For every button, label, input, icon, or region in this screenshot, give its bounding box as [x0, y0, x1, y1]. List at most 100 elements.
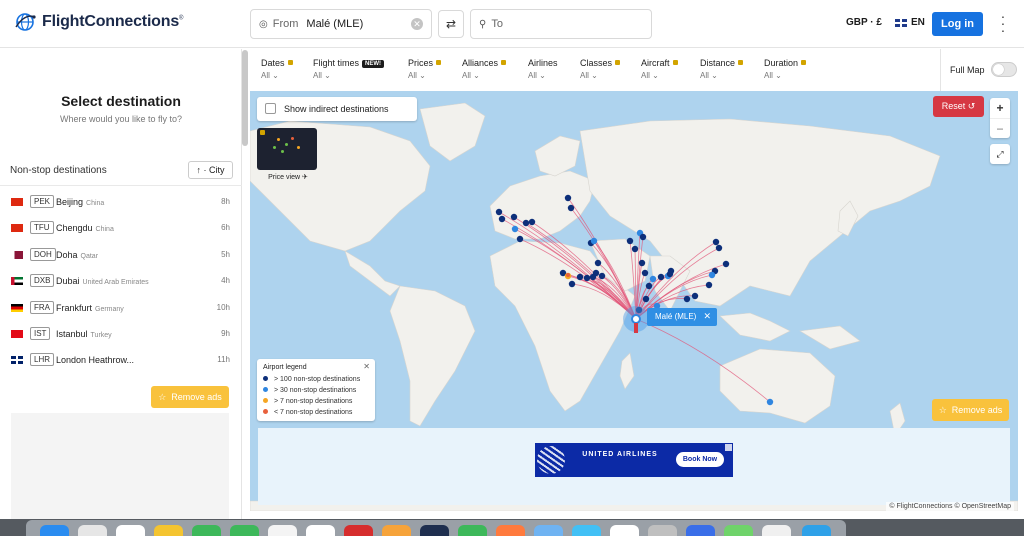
dock-app-icon[interactable] — [40, 525, 69, 536]
more-menu-icon[interactable]: · · · — [998, 9, 1008, 37]
indirect-destinations-toggle[interactable]: Show indirect destinations — [257, 97, 417, 121]
destination-row-tfu[interactable]: TFU Chengdu China 6h — [0, 215, 242, 241]
airport-dot[interactable] — [566, 273, 570, 277]
indirect-checkbox[interactable] — [265, 103, 276, 114]
zoom-out-button[interactable]: − — [990, 118, 1010, 138]
sort-city-button[interactable]: ↑ · City — [188, 161, 233, 179]
to-airport-field[interactable]: ⚲ To — [470, 9, 652, 39]
expand-icon[interactable]: ⤢ — [990, 144, 1010, 164]
destination-row-doh[interactable]: DOH Doha Qatar 5h — [0, 242, 242, 268]
airport-dot[interactable] — [522, 219, 530, 227]
selected-airport-tooltip[interactable]: Malé (MLE) ✕ — [647, 308, 717, 326]
clear-from-icon[interactable]: ✕ — [411, 18, 423, 30]
dock-app-icon[interactable] — [572, 525, 601, 536]
map-attribution[interactable]: © FlightConnections © OpenStreetMap — [886, 502, 1014, 511]
world-map[interactable]: Show indirect destinations Price view ✈ … — [250, 91, 1018, 511]
airport-dot[interactable] — [626, 237, 634, 245]
airport-dot[interactable] — [583, 274, 591, 282]
airport-dot[interactable] — [592, 269, 600, 277]
full-map-toggle[interactable] — [991, 62, 1017, 77]
legend-close-icon[interactable]: ✕ — [363, 362, 370, 371]
destination-row-pek[interactable]: PEK Beijing China 8h — [0, 189, 242, 215]
airport-dot[interactable] — [528, 218, 536, 226]
airport-dot[interactable] — [510, 213, 518, 221]
dock-app-icon[interactable] — [648, 525, 677, 536]
airport-dot[interactable] — [576, 273, 584, 281]
dock-app-icon[interactable] — [306, 525, 335, 536]
filter-alliances[interactable]: Alliances All ⌄ — [462, 58, 507, 80]
airport-dot[interactable] — [631, 245, 639, 253]
airport-dot[interactable] — [568, 280, 576, 288]
airport-dot[interactable] — [598, 272, 606, 280]
airport-dot[interactable] — [691, 292, 699, 300]
dock-app-icon[interactable] — [154, 525, 183, 536]
book-now-button[interactable]: Book Now — [676, 452, 724, 467]
airport-dot[interactable] — [564, 194, 572, 202]
dock-app-icon[interactable] — [344, 525, 373, 536]
dock-app-icon[interactable] — [458, 525, 487, 536]
airport-dot[interactable] — [642, 295, 650, 303]
filter-distance[interactable]: Distance All ⌄ — [700, 58, 744, 80]
airport-dot[interactable] — [498, 215, 506, 223]
destination-row-lhr[interactable]: LHR London Heathrow... 11h — [0, 347, 242, 373]
swap-airports-button[interactable]: ⇄ — [438, 10, 464, 38]
airport-dot[interactable] — [567, 204, 575, 212]
airport-dot[interactable] — [712, 238, 720, 246]
airport-dot[interactable] — [516, 235, 524, 243]
dock-app-icon[interactable] — [610, 525, 639, 536]
airport-dot[interactable] — [511, 225, 519, 233]
airport-dot[interactable] — [495, 208, 503, 216]
from-airport-field[interactable]: ◎ From Malé (MLE) ✕ — [250, 9, 432, 39]
filter-aircraft[interactable]: Aircraft All ⌄ — [641, 58, 678, 80]
airport-dot[interactable] — [657, 273, 665, 281]
filter-flight-times[interactable]: Flight times NEW! All ⌄ — [313, 58, 385, 80]
airport-dot[interactable] — [639, 233, 647, 241]
airport-dot[interactable] — [705, 281, 713, 289]
login-button[interactable]: Log in — [932, 12, 983, 36]
ad-info-icon[interactable] — [725, 444, 732, 451]
filter-prices[interactable]: Prices All ⌄ — [408, 58, 442, 80]
dock-app-icon[interactable] — [686, 525, 715, 536]
airport-dot[interactable] — [594, 259, 602, 267]
destination-row-fra[interactable]: FRA Frankfurt Germany 10h — [0, 295, 242, 321]
airport-dot[interactable] — [649, 275, 657, 283]
airport-dot[interactable] — [683, 295, 691, 303]
airport-dot[interactable] — [766, 398, 774, 406]
dock-app-icon[interactable] — [192, 525, 221, 536]
filter-dates[interactable]: Dates All ⌄ — [261, 58, 293, 80]
brand-logo[interactable]: FlightConnections® — [14, 11, 183, 33]
language-selector[interactable]: EN — [895, 17, 925, 28]
airport-dot[interactable] — [666, 270, 674, 278]
airport-dot[interactable] — [715, 244, 723, 252]
reset-button[interactable]: Reset ↺ — [933, 96, 984, 117]
united-airlines-ad[interactable]: UNITED AIRLINES Book Now — [535, 443, 733, 477]
dock-app-icon[interactable] — [78, 525, 107, 536]
airport-dot[interactable] — [590, 237, 598, 245]
filter-duration[interactable]: Duration All ⌄ — [764, 58, 807, 80]
airport-dot[interactable] — [641, 269, 649, 277]
dock-app-icon[interactable] — [268, 525, 297, 536]
remove-ads-button-left[interactable]: ☆ Remove ads — [151, 386, 229, 408]
dock-app-icon[interactable] — [496, 525, 525, 536]
zoom-in-button[interactable]: + — [990, 98, 1010, 118]
airport-dot[interactable] — [708, 271, 716, 279]
airport-dot[interactable] — [645, 282, 653, 290]
dock-app-icon[interactable] — [762, 525, 791, 536]
dock-app-icon[interactable] — [382, 525, 411, 536]
airport-dot[interactable] — [722, 260, 730, 268]
filter-airlines[interactable]: Airlines All ⌄ — [528, 58, 558, 80]
price-view-button[interactable]: Price view ✈ — [257, 128, 319, 186]
dock-app-icon[interactable] — [116, 525, 145, 536]
dock-app-icon[interactable] — [724, 525, 753, 536]
dock-app-icon[interactable] — [420, 525, 449, 536]
destination-row-dxb[interactable]: DXB Dubai United Arab Emirates 4h — [0, 268, 242, 294]
panel-scrollbar[interactable] — [242, 50, 248, 146]
airport-dot[interactable] — [638, 259, 646, 267]
male-origin-marker[interactable] — [623, 306, 649, 333]
currency-selector[interactable]: GBP · £ — [846, 17, 882, 28]
to-placeholder[interactable]: To — [491, 18, 503, 30]
filter-classes[interactable]: Classes All ⌄ — [580, 58, 621, 80]
destination-row-ist[interactable]: IST Istanbul Turkey 9h — [0, 321, 242, 347]
from-value[interactable]: Malé (MLE) — [306, 18, 363, 30]
dock-app-icon[interactable] — [230, 525, 259, 536]
